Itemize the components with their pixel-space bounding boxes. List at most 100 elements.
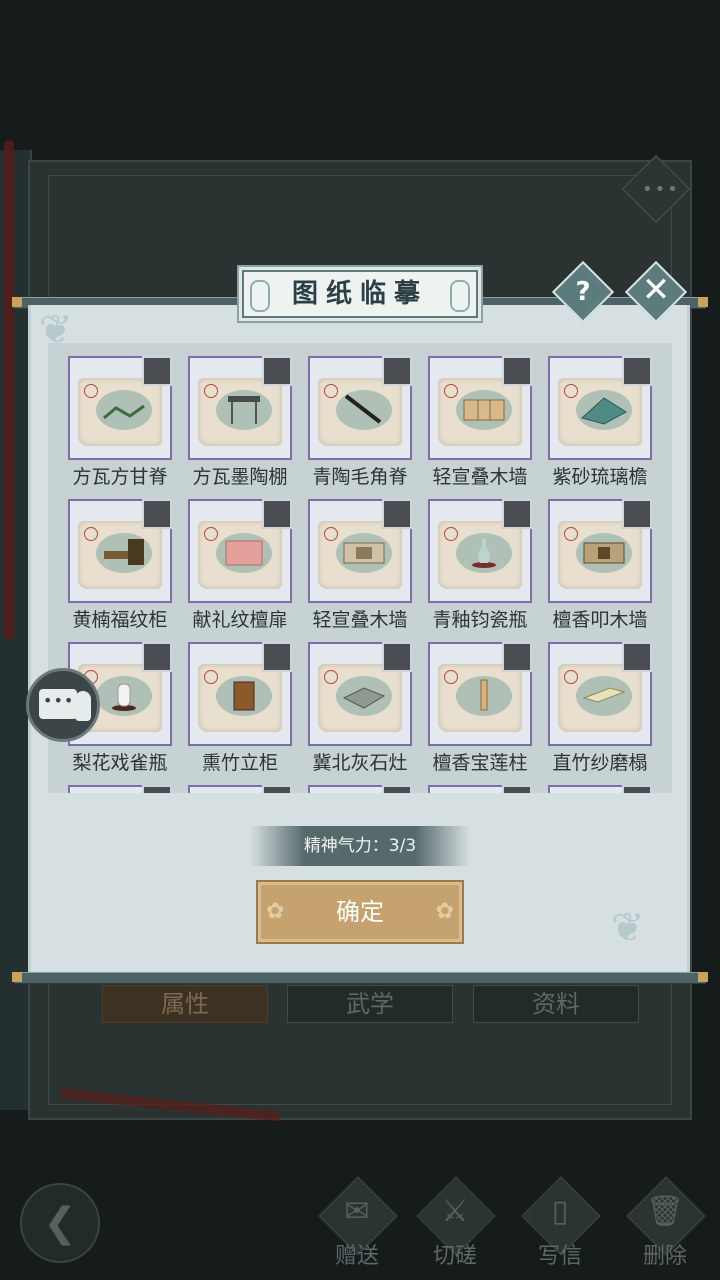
blueprint-name: 方瓦方甘脊 [72, 466, 168, 488]
blueprint-name: 梨花戏雀瓶 [72, 752, 168, 774]
furniture-icon [580, 392, 628, 426]
dialog-bottom-rod [14, 972, 706, 984]
blueprint-name: 檀香叩木墙 [552, 609, 648, 631]
seal-icon [204, 670, 218, 684]
seal-icon [564, 384, 578, 398]
write-letter-button[interactable]: ▯ 写信 [515, 1176, 605, 1270]
select-checkbox[interactable] [382, 499, 412, 529]
furniture-icon [100, 678, 148, 712]
tab-profile[interactable]: 资料 [473, 985, 639, 1023]
blueprint-grid[interactable]: 方瓦方甘脊 方瓦墨陶棚 青陶毛角脊 轻宣叠木墙 紫砂琉璃檐 黄楠福纹柜 献礼纹檀扉 轻宣叠木墙… [48, 343, 672, 793]
rod-end-right [698, 972, 708, 982]
blueprint-thumbnail [428, 642, 532, 746]
more-icon: ••• [642, 179, 680, 200]
blueprint-name: 献礼纹檀扉 [192, 609, 288, 631]
confirm-button[interactable]: ✿ 确定 ✿ [256, 880, 464, 944]
dialog-title-text: 图纸临摹 [291, 279, 428, 309]
scroll-ornament-icon [450, 280, 470, 312]
tab-martial-arts[interactable]: 武学 [287, 985, 453, 1023]
sword-icon: ⚔ [441, 1194, 469, 1229]
seal-icon [324, 670, 338, 684]
furniture-icon [100, 392, 148, 426]
blueprint-thumbnail [548, 499, 652, 603]
gift-label: 赠送 [334, 1244, 379, 1269]
blueprint-thumbnail [548, 356, 652, 460]
gift-button[interactable]: ✉ 赠送 [312, 1176, 402, 1270]
select-checkbox[interactable] [502, 642, 532, 672]
select-checkbox[interactable] [262, 642, 292, 672]
blueprint-thumbnail [188, 356, 292, 460]
rod-end-left [12, 297, 22, 307]
select-checkbox[interactable] [382, 642, 412, 672]
select-checkbox[interactable] [622, 499, 652, 529]
chat-button[interactable]: ••• [26, 668, 100, 742]
blueprint-name: 直竹纱磨榻 [552, 752, 648, 774]
chat-dots: ••• [43, 691, 75, 710]
furniture-icon [340, 678, 388, 712]
blueprint-thumbnail [548, 785, 652, 793]
select-checkbox[interactable] [142, 499, 172, 529]
seal-icon [84, 527, 98, 541]
select-checkbox[interactable] [262, 499, 292, 529]
select-checkbox[interactable] [622, 642, 652, 672]
furniture-icon [220, 535, 268, 569]
trash-icon: 🗑 [645, 1194, 685, 1229]
book-ribbon [4, 140, 14, 640]
blueprint-thumbnail [68, 785, 172, 793]
select-checkbox[interactable] [622, 785, 652, 793]
scroll-icon: ✉ [344, 1194, 370, 1229]
close-icon[interactable]: ✕ [634, 268, 678, 312]
rod-end-right [698, 297, 708, 307]
seal-icon [204, 384, 218, 398]
blueprint-thumbnail [428, 499, 532, 603]
seal-icon [444, 527, 458, 541]
seal-icon [324, 527, 338, 541]
select-checkbox[interactable] [502, 785, 532, 793]
furniture-icon [340, 535, 388, 569]
blueprint-name: 方瓦墨陶棚 [192, 466, 288, 488]
blueprint-thumbnail [308, 499, 412, 603]
furniture-icon [340, 392, 388, 426]
furniture-icon [580, 678, 628, 712]
select-checkbox[interactable] [262, 785, 292, 793]
bamboo-decoration-icon: ❦ [611, 905, 645, 951]
seal-icon [564, 527, 578, 541]
flower-icon: ✿ [435, 899, 454, 924]
furniture-icon [460, 392, 508, 426]
delete-label: 删除 [642, 1244, 687, 1269]
select-checkbox[interactable] [382, 785, 412, 793]
blueprint-name: 轻宣叠木墙 [312, 609, 408, 631]
seal-icon [324, 384, 338, 398]
vase-icon [75, 691, 91, 721]
select-checkbox[interactable] [382, 356, 412, 386]
blueprint-thumbnail [428, 785, 532, 793]
select-checkbox[interactable] [142, 642, 172, 672]
seal-icon [444, 384, 458, 398]
furniture-icon [460, 678, 508, 712]
select-checkbox[interactable] [622, 356, 652, 386]
delete-button[interactable]: 🗑 删除 [620, 1176, 710, 1270]
blueprint-name: 紫砂琉璃檐 [552, 466, 648, 488]
blueprint-name: 檀香宝莲柱 [432, 752, 528, 774]
select-checkbox[interactable] [142, 785, 172, 793]
scroll-ornament-icon [250, 280, 270, 312]
question-icon[interactable]: ? [561, 270, 605, 314]
furniture-icon [100, 535, 148, 569]
spar-button[interactable]: ⚔ 切磋 [410, 1176, 500, 1270]
back-button[interactable]: ❮ [20, 1183, 100, 1263]
select-checkbox[interactable] [142, 356, 172, 386]
furniture-icon [220, 392, 268, 426]
blueprint-name: 轻宣叠木墙 [432, 466, 528, 488]
seal-icon [444, 670, 458, 684]
blueprint-thumbnail [188, 642, 292, 746]
seal-icon [564, 670, 578, 684]
rod-end-left [12, 972, 22, 982]
select-checkbox[interactable] [502, 499, 532, 529]
dialog-title: 图纸临摹 [242, 270, 478, 318]
blueprint-thumbnail [308, 356, 412, 460]
select-checkbox[interactable] [502, 356, 532, 386]
blueprint-name: 熏竹立柜 [201, 752, 278, 774]
tab-attributes[interactable]: 属性 [102, 985, 268, 1023]
select-checkbox[interactable] [262, 356, 292, 386]
blueprint-thumbnail [548, 642, 652, 746]
